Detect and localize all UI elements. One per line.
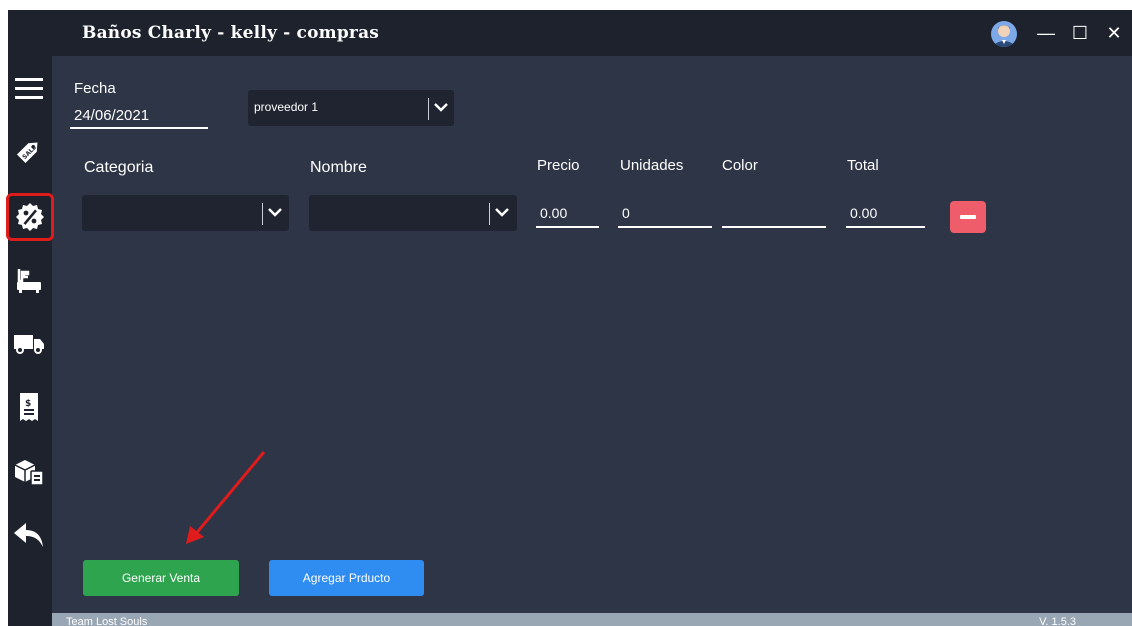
fecha-input[interactable]: 24/06/2021 <box>70 105 208 129</box>
user-avatar-icon[interactable] <box>991 21 1017 47</box>
svg-text:$: $ <box>25 399 31 409</box>
fecha-label: Fecha <box>74 80 116 97</box>
app-window: SALE $ Baños Charly - kelly - compras — … <box>6 10 1132 626</box>
nombre-separator <box>489 203 490 225</box>
column-categoria: Categoria <box>84 159 154 176</box>
discount-badge-icon[interactable] <box>6 193 54 241</box>
chevron-down-icon <box>432 97 450 122</box>
proveedor-value: proveedor 1 <box>254 100 319 114</box>
column-color: Color <box>722 157 758 174</box>
categoria-separator <box>262 203 263 225</box>
close-button[interactable]: ✕ <box>1102 20 1126 46</box>
back-arrow-icon[interactable] <box>12 518 46 552</box>
truck-icon[interactable] <box>12 326 46 360</box>
categoria-select[interactable] <box>82 195 289 231</box>
annotation-arrow-icon <box>186 451 266 544</box>
minimize-button[interactable]: — <box>1034 20 1058 46</box>
total-input[interactable]: 0.00 <box>846 203 925 228</box>
maximize-button[interactable]: ☐ <box>1068 20 1092 46</box>
chevron-down-icon <box>493 202 511 227</box>
color-input[interactable] <box>722 203 826 228</box>
column-precio: Precio <box>537 157 580 174</box>
nombre-select[interactable] <box>309 195 517 231</box>
column-unidades: Unidades <box>620 157 684 174</box>
team-label: Team Lost Souls <box>66 616 148 626</box>
column-nombre: Nombre <box>310 159 367 176</box>
precio-input[interactable]: 0.00 <box>536 203 599 228</box>
proveedor-select[interactable]: proveedor 1 <box>248 90 454 126</box>
boxes-icon[interactable] <box>12 455 46 489</box>
remove-row-button[interactable] <box>950 201 986 233</box>
unidades-input[interactable]: 0 <box>618 203 712 228</box>
agregar-producto-button[interactable]: Agregar Prducto <box>269 560 424 596</box>
chevron-down-icon <box>266 202 284 227</box>
title-bar: Baños Charly - kelly - compras — ☐ ✕ <box>52 10 1132 56</box>
menu-icon[interactable] <box>12 72 46 106</box>
window-title: Baños Charly - kelly - compras <box>82 23 380 43</box>
receipt-icon[interactable]: $ <box>12 390 46 424</box>
version-label: V. 1.5.3 <box>1039 616 1076 626</box>
sale-tag-icon[interactable]: SALE <box>12 134 46 168</box>
status-bar: Team Lost Souls V. 1.5.3 <box>52 613 1132 626</box>
bathtub-icon[interactable] <box>12 263 46 297</box>
sidebar: SALE $ <box>6 10 54 626</box>
generar-venta-button[interactable]: Generar Venta <box>83 560 239 596</box>
proveedor-separator <box>428 98 429 120</box>
column-total: Total <box>847 157 879 174</box>
